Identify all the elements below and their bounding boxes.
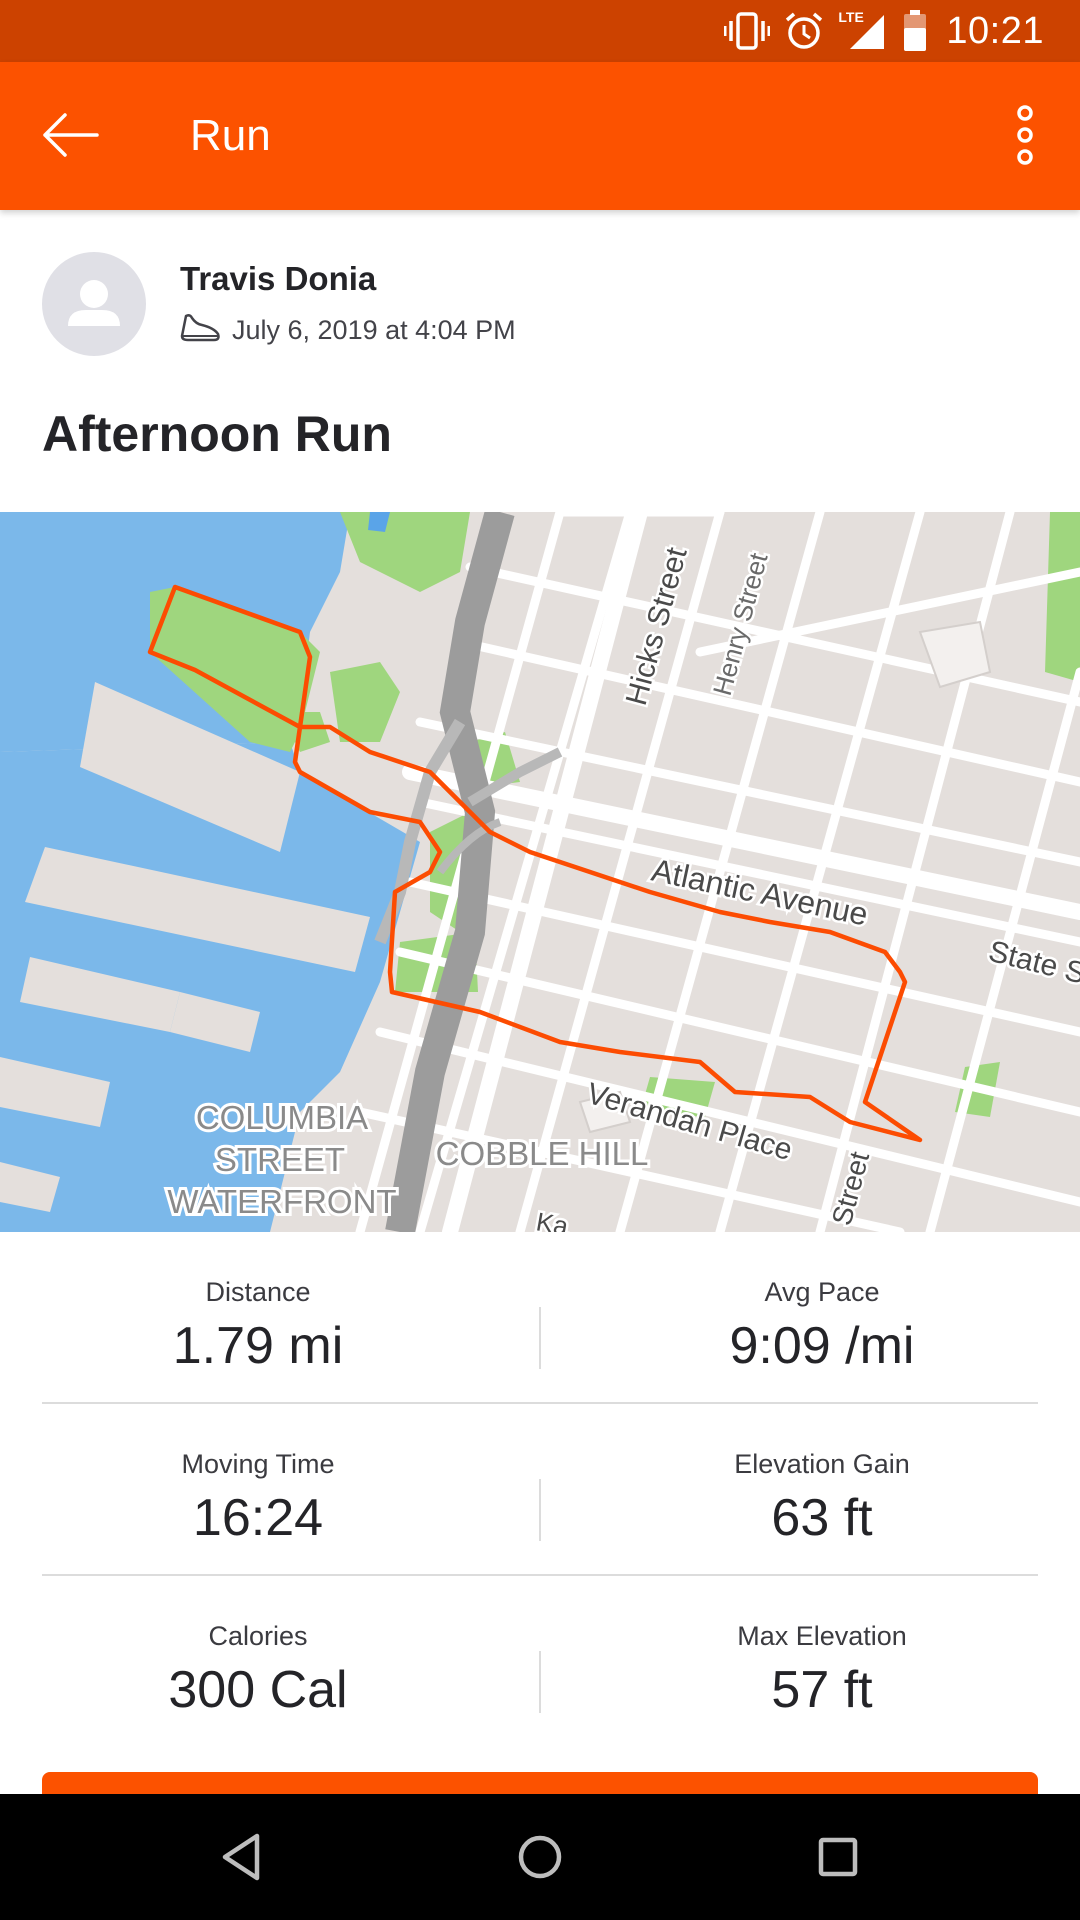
activity-header: Travis Donia July 6, 2019 at 4:04 PM Aft… — [0, 210, 1080, 512]
athlete-name[interactable]: Travis Donia — [180, 260, 376, 298]
map-canvas: Hicks Street Henry Street Atlantic Avenu… — [0, 512, 1080, 1232]
battery-icon — [902, 10, 928, 52]
stat-label: Moving Time — [181, 1449, 335, 1479]
stat-label: Distance — [205, 1277, 311, 1307]
stat-label: Calories — [208, 1621, 308, 1651]
stat-max-elevation: Max Elevation 57 ft — [540, 1576, 1038, 1746]
navigation-bar — [0, 1794, 1080, 1920]
neighborhood-label-columbia-1: COLUMBIA — [196, 1099, 368, 1136]
stat-value: 300 Cal — [168, 1661, 348, 1719]
stat-moving-time: Moving Time 16:24 — [42, 1404, 540, 1574]
stat-value: 57 ft — [771, 1661, 873, 1719]
street-label-kane-fragment: Ka — [534, 1206, 571, 1232]
nav-recents-button[interactable] — [803, 1822, 873, 1892]
status-time: 10:21 — [946, 9, 1044, 52]
status-bar: LTE 10:21 — [0, 0, 1080, 62]
back-triangle-icon — [222, 1833, 260, 1881]
recents-square-icon — [818, 1837, 858, 1877]
arrow-left-icon — [43, 113, 99, 157]
stat-distance: Distance 1.79 mi — [42, 1232, 540, 1402]
action-button[interactable] — [42, 1772, 1038, 1794]
route-map[interactable]: Hicks Street Henry Street Atlantic Avenu… — [0, 512, 1080, 1232]
neighborhood-label-cobble: COBBLE HILL — [436, 1135, 649, 1172]
stat-value: 9:09 /mi — [729, 1317, 915, 1375]
stat-row: Distance 1.79 mi Avg Pace 9:09 /mi — [42, 1232, 1038, 1404]
stat-value: 16:24 — [192, 1489, 324, 1547]
stat-elevation-gain: Elevation Gain 63 ft — [540, 1404, 1038, 1574]
stat-value: 63 ft — [771, 1489, 873, 1547]
home-circle-icon — [518, 1835, 562, 1879]
stat-row: Calories 300 Cal Max Elevation 57 ft — [42, 1576, 1038, 1746]
shoe-icon — [178, 310, 222, 351]
stat-label: Avg Pace — [764, 1277, 880, 1307]
avatar[interactable] — [42, 252, 146, 356]
stat-row: Moving Time 16:24 Elevation Gain 63 ft — [42, 1404, 1038, 1576]
neighborhood-label-columbia-3: WATERFRONT — [167, 1183, 396, 1220]
neighborhood-label-columbia-2: STREET — [215, 1141, 345, 1178]
activity-date: July 6, 2019 at 4:04 PM — [232, 315, 516, 345]
activity-meta: July 6, 2019 at 4:04 PM — [178, 310, 516, 351]
nav-home-button[interactable] — [505, 1822, 575, 1892]
app-title: Run — [190, 111, 271, 160]
activity-title: Afternoon Run — [42, 406, 392, 462]
stat-avg-pace: Avg Pace 9:09 /mi — [540, 1232, 1038, 1402]
alarm-icon — [784, 11, 824, 51]
activity-stats: Distance 1.79 mi Avg Pace 9:09 /mi Movin… — [42, 1232, 1038, 1746]
status-icons: LTE 10:21 — [724, 0, 1080, 62]
back-button[interactable] — [36, 100, 106, 170]
vibrate-icon — [724, 11, 771, 51]
more-vertical-icon — [1017, 105, 1033, 165]
more-options-button[interactable] — [990, 100, 1060, 170]
signal-icon: LTE — [838, 9, 888, 51]
stat-label: Max Elevation — [737, 1621, 907, 1651]
user-placeholder-icon — [68, 280, 120, 326]
stat-label: Elevation Gain — [734, 1449, 910, 1479]
stat-value: 1.79 mi — [172, 1317, 344, 1375]
stat-calories: Calories 300 Cal — [42, 1576, 540, 1746]
app-bar: Run — [0, 62, 1080, 210]
nav-back-button[interactable] — [206, 1822, 276, 1892]
